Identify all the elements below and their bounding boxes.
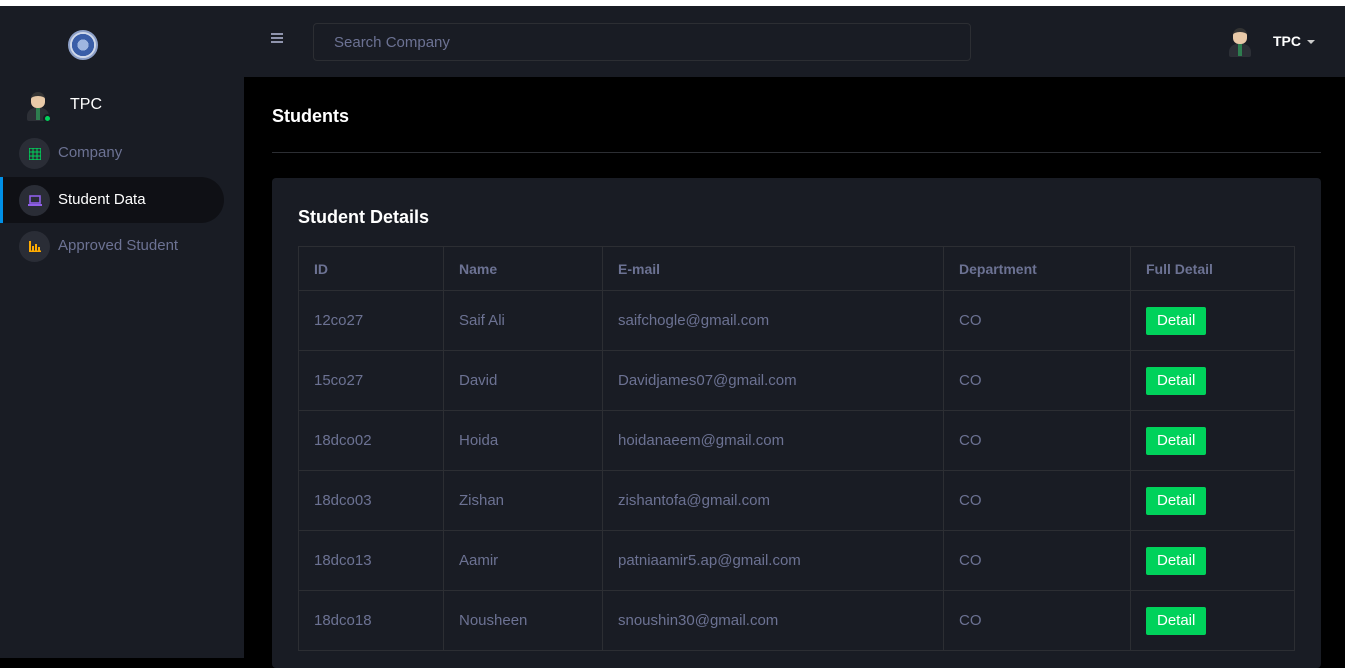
sidebar-item-company[interactable]: Company bbox=[0, 130, 224, 176]
table-row: 18dco18 Nousheen snoushin30@gmail.com CO Det… bbox=[298, 590, 1295, 651]
cell-full-detail: Detail bbox=[1130, 290, 1295, 351]
cell-id: 12co27 bbox=[298, 290, 444, 351]
cell-id: 18dco13 bbox=[298, 530, 444, 591]
cell-id: 18dco18 bbox=[298, 590, 444, 651]
column-header-name: Name bbox=[443, 246, 603, 291]
table-row: 12co27 Saif Ali saifchogle@gmail.com CO Deta… bbox=[298, 290, 1295, 351]
online-status-dot bbox=[43, 114, 52, 123]
column-header-email: E-mail bbox=[602, 246, 944, 291]
cell-full-detail: Detail bbox=[1130, 530, 1295, 591]
detail-button[interactable]: Detail bbox=[1146, 486, 1207, 515]
cell-full-detail: Detail bbox=[1130, 470, 1295, 531]
cell-name: David bbox=[443, 350, 603, 411]
table-row: 15co27 David Davidjames07@gmail.com CO Detai… bbox=[298, 350, 1295, 411]
cell-email: saifchogle@gmail.com bbox=[602, 290, 944, 351]
cell-department: CO bbox=[943, 350, 1131, 411]
detail-button[interactable]: Detail bbox=[1146, 546, 1207, 575]
cell-id: 18dco02 bbox=[298, 410, 444, 471]
cell-name: Zishan bbox=[443, 470, 603, 531]
cell-department: CO bbox=[943, 410, 1131, 471]
cell-full-detail: Detail bbox=[1130, 590, 1295, 651]
cell-email: zishantofa@gmail.com bbox=[602, 470, 944, 531]
cell-department: CO bbox=[943, 530, 1131, 591]
sidebar-item-label: Company bbox=[58, 144, 123, 161]
cell-email: Davidjames07@gmail.com bbox=[602, 350, 944, 411]
cell-email: hoidanaeem@gmail.com bbox=[602, 410, 944, 471]
hamburger-menu-icon[interactable] bbox=[271, 33, 283, 43]
detail-button[interactable]: Detail bbox=[1146, 366, 1207, 395]
sidebar-item-student-data[interactable]: Student Data bbox=[0, 177, 224, 223]
avatar bbox=[1224, 26, 1256, 58]
table-row: 18dco03 Zishan zishantofa@gmail.com CO Detai… bbox=[298, 470, 1295, 531]
sidebar-item-label: Approved Student bbox=[58, 237, 179, 254]
column-header-full-detail: Full Detail bbox=[1130, 246, 1295, 291]
cell-full-detail: Detail bbox=[1130, 410, 1295, 471]
page-title: Students bbox=[272, 106, 350, 126]
sidebar-item-label: Student Data bbox=[58, 191, 146, 208]
cell-id: 15co27 bbox=[298, 350, 444, 411]
cell-department: CO bbox=[943, 290, 1131, 351]
column-header-department: Department bbox=[943, 246, 1131, 291]
user-name: TPC bbox=[1273, 33, 1301, 49]
cell-department: CO bbox=[943, 590, 1131, 651]
card-title: Student Details bbox=[298, 207, 430, 227]
caret-down-icon bbox=[1307, 40, 1315, 44]
sidebar-profile[interactable]: TPC bbox=[22, 90, 222, 126]
sidebar: TPC Company Student Data Approved Studen… bbox=[0, 6, 244, 658]
cell-name: Saif Ali bbox=[443, 290, 603, 351]
column-header-id: ID bbox=[298, 246, 444, 291]
profile-name: TPC bbox=[70, 96, 102, 113]
cell-email: snoushin30@gmail.com bbox=[602, 590, 944, 651]
college-logo-icon[interactable] bbox=[68, 30, 98, 60]
detail-button[interactable]: Detail bbox=[1146, 606, 1207, 635]
cell-full-detail: Detail bbox=[1130, 350, 1295, 411]
cell-name: Hoida bbox=[443, 410, 603, 471]
user-menu-dropdown[interactable]: TPC bbox=[1224, 26, 1324, 60]
grid-icon bbox=[19, 138, 50, 169]
sidebar-item-approved-student[interactable]: Approved Student bbox=[0, 223, 224, 269]
laptop-icon bbox=[19, 185, 50, 216]
table-row: 18dco02 Hoida hoidanaeem@gmail.com CO Detail bbox=[298, 410, 1295, 471]
cell-name: Aamir bbox=[443, 530, 603, 591]
search-input[interactable] bbox=[313, 23, 971, 61]
students-table: ID Name E-mail Department Full Detail 12… bbox=[298, 246, 1295, 651]
table-row: 18dco13 Aamir patniaamir5.ap@gmail.com CO De… bbox=[298, 530, 1295, 591]
cell-department: CO bbox=[943, 470, 1131, 531]
detail-button[interactable]: Detail bbox=[1146, 306, 1207, 335]
student-details-card: Student Details ID Name E-mail Departmen… bbox=[272, 178, 1321, 668]
divider bbox=[272, 152, 1321, 153]
cell-email: patniaamir5.ap@gmail.com bbox=[602, 530, 944, 591]
detail-button[interactable]: Detail bbox=[1146, 426, 1207, 455]
table-header-row: ID Name E-mail Department Full Detail bbox=[298, 246, 1295, 291]
bar-chart-icon bbox=[19, 231, 50, 262]
cell-name: Nousheen bbox=[443, 590, 603, 651]
top-navbar: TPC bbox=[244, 6, 1345, 77]
cell-id: 18dco03 bbox=[298, 470, 444, 531]
